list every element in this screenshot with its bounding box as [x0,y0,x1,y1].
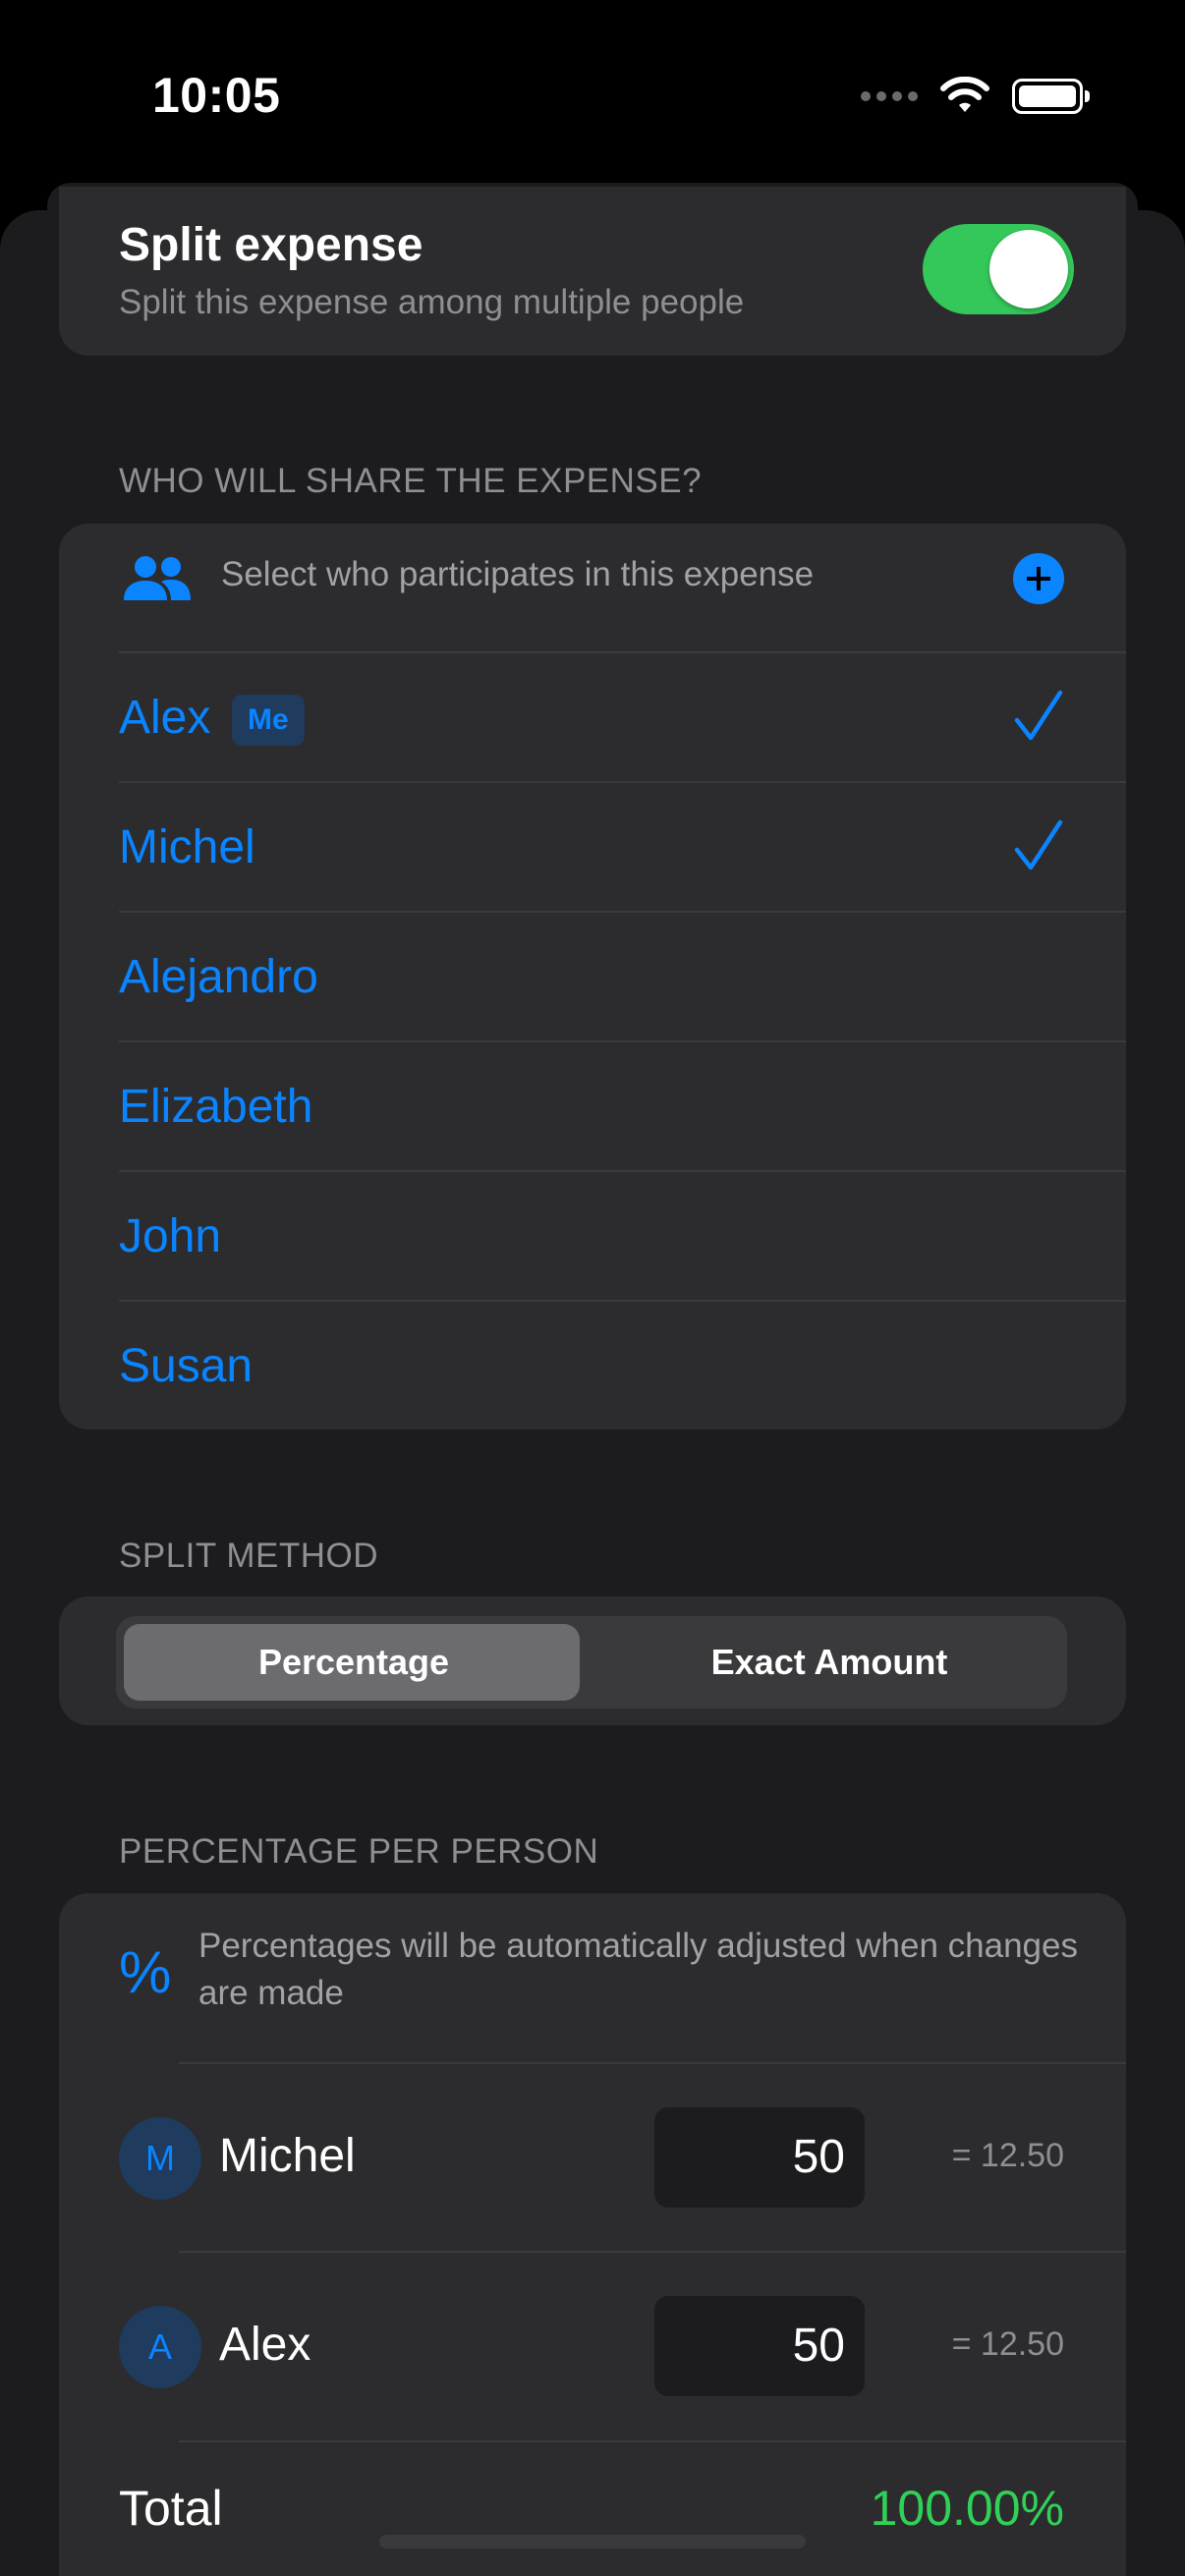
home-indicator[interactable] [379,2535,806,2548]
checkmark-icon [1014,819,1063,870]
percentage-row-michel: M Michel 50 = 12.50 [119,2062,1126,2251]
method-section-header: SPLIT METHOD [119,1537,379,1575]
person-name: Alex [119,692,211,744]
total-label: Total [119,2481,223,2536]
toggle-knob [989,230,1068,308]
status-icons [861,77,1090,116]
computed-amount: = 12.50 [951,2325,1064,2363]
share-section-header: WHO WILL SHARE THE EXPENSE? [119,462,703,500]
add-person-icon[interactable] [1013,553,1064,604]
total-value: 100.00% [870,2481,1064,2536]
split-method-card: Percentage Exact Amount [59,1596,1126,1725]
percent-icon: % [119,1939,172,2005]
participants-instruction-row: Select who participates in this expense [59,524,1126,651]
percentage-person-name: Alex [219,2319,311,2371]
split-expense-title: Split expense [119,219,423,271]
battery-icon [1012,79,1090,114]
computed-amount: = 12.50 [951,2137,1064,2174]
percentage-card: % Percentages will be automatically adju… [59,1893,1126,2576]
person-name: Elizabeth [119,1081,313,1133]
percentage-input[interactable]: 50 [654,2107,865,2208]
avatar: A [119,2306,201,2388]
row-divider [179,2251,1126,2253]
person-row-john[interactable]: John [119,1170,1126,1302]
percentage-person-name: Michel [219,2130,356,2182]
status-time: 10:05 [152,68,281,123]
split-method-segmented-control: Percentage Exact Amount [116,1616,1067,1708]
person-row-alex[interactable]: Alex Me [119,651,1126,783]
status-bar: 10:05 [0,0,1185,187]
person-row-susan[interactable]: Susan [119,1300,1126,1429]
person-name: Susan [119,1340,254,1392]
segment-exact-amount[interactable]: Exact Amount [592,1616,1067,1708]
participants-card: Select who participates in this expense … [59,524,1126,1429]
segment-percentage[interactable]: Percentage [116,1616,592,1708]
split-expense-card: Split expense Split this expense among m… [59,187,1126,356]
percentage-input[interactable]: 50 [654,2296,865,2396]
split-expense-toggle[interactable] [923,224,1074,314]
person-row-alejandro[interactable]: Alejandro [119,911,1126,1042]
split-expense-subtitle: Split this expense among multiple people [119,283,745,321]
wifi-icon [940,77,989,112]
person-name: Alejandro [119,951,318,1003]
people-icon [124,556,191,600]
checkmark-icon [1014,690,1063,741]
cellular-signal-icon [861,91,918,101]
percentage-row-alex: A Alex 50 = 12.50 [119,2251,1126,2439]
participants-instruction: Select who participates in this expense [221,555,815,593]
person-row-elizabeth[interactable]: Elizabeth [119,1040,1126,1172]
total-row: Total 100.00% [119,2440,1126,2576]
percentage-section-header: PERCENTAGE PER PERSON [119,1832,599,1871]
row-divider [179,2062,1126,2064]
person-name: Michel [119,821,255,873]
person-name: John [119,1210,222,1262]
me-badge: Me [232,695,305,746]
person-row-michel[interactable]: Michel [119,781,1126,913]
row-divider [179,2440,1126,2442]
avatar: M [119,2117,201,2200]
percentage-info-text: Percentages will be automatically adjust… [198,1927,1078,2012]
